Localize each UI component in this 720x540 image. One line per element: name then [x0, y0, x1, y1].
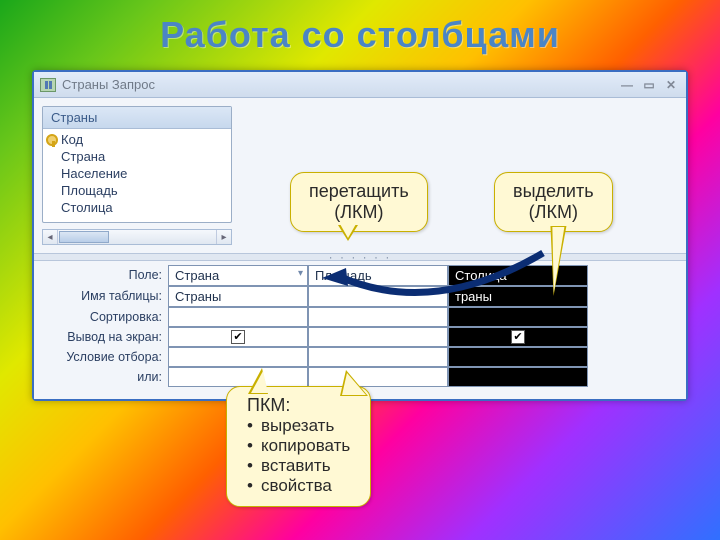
context-item: копировать	[247, 436, 350, 456]
callout-tail	[340, 370, 368, 396]
minimize-button[interactable]: —	[618, 78, 636, 92]
field-item[interactable]: Страна	[43, 148, 231, 165]
scroll-left-icon[interactable]: ◂	[43, 230, 58, 244]
row-label: или:	[40, 367, 168, 387]
callout-line: выделить	[513, 181, 594, 202]
row-label: Имя таблицы:	[40, 286, 168, 307]
context-item: свойства	[247, 476, 350, 496]
context-item: вставить	[247, 456, 350, 476]
sort-cell[interactable]	[308, 307, 448, 327]
criteria-cell[interactable]	[308, 347, 448, 367]
field-item[interactable]: Площадь	[43, 182, 231, 199]
callout-select: выделить (ЛКМ)	[494, 172, 613, 232]
or-cell[interactable]	[168, 367, 308, 387]
callout-tail	[248, 368, 268, 394]
titlebar: Страны Запрос — ▭ ✕	[34, 72, 686, 98]
callout-line: (ЛКМ)	[309, 202, 409, 223]
scroll-thumb[interactable]	[59, 231, 109, 243]
show-checkbox[interactable]	[308, 327, 448, 347]
callout-line: (ЛКМ)	[513, 202, 594, 223]
field-item[interactable]: Столица	[43, 199, 231, 216]
field-list: Код Страна Население Площадь Столица	[43, 129, 231, 222]
criteria-cell[interactable]	[168, 347, 308, 367]
context-item: вырезать	[247, 416, 350, 436]
or-cell[interactable]	[448, 367, 588, 387]
sort-cell[interactable]	[448, 307, 588, 327]
callout-tail	[338, 225, 358, 241]
show-checkbox[interactable]	[448, 327, 588, 347]
app-icon	[40, 78, 56, 92]
callout-context-menu: ПКМ: вырезать копировать вставить свойст…	[226, 386, 371, 507]
slide-title: Работа со столбцами	[0, 0, 720, 62]
row-label: Вывод на экран:	[40, 327, 168, 347]
curved-arrow	[318, 248, 548, 298]
row-label: Сортировка:	[40, 307, 168, 327]
show-checkbox[interactable]	[168, 327, 308, 347]
callout-title: ПКМ:	[247, 395, 350, 416]
source-table-header: Страны	[43, 107, 231, 129]
field-cell[interactable]: Страна	[168, 265, 308, 286]
scroll-right-icon[interactable]: ▸	[216, 230, 231, 244]
field-item[interactable]: Население	[43, 165, 231, 182]
source-table-box[interactable]: Страны Код Страна Население Площадь Стол…	[42, 106, 232, 223]
query-design-window: Страны Запрос — ▭ ✕ Страны Код Страна На…	[32, 70, 688, 401]
sort-cell[interactable]	[168, 307, 308, 327]
close-button[interactable]: ✕	[662, 78, 680, 92]
criteria-cell[interactable]	[448, 347, 588, 367]
callout-line: перетащить	[309, 181, 409, 202]
field-item[interactable]: Код	[43, 131, 231, 148]
row-label: Условие отбора:	[40, 347, 168, 367]
callout-drag: перетащить (ЛКМ)	[290, 172, 428, 232]
h-scrollbar[interactable]: ◂ ▸	[42, 229, 232, 245]
window-title: Страны Запрос	[62, 77, 155, 92]
window-buttons: — ▭ ✕	[618, 78, 680, 92]
maximize-button[interactable]: ▭	[640, 78, 658, 92]
or-cell[interactable]	[308, 367, 448, 387]
row-label: Поле:	[40, 265, 168, 286]
table-cell[interactable]: Страны	[168, 286, 308, 307]
